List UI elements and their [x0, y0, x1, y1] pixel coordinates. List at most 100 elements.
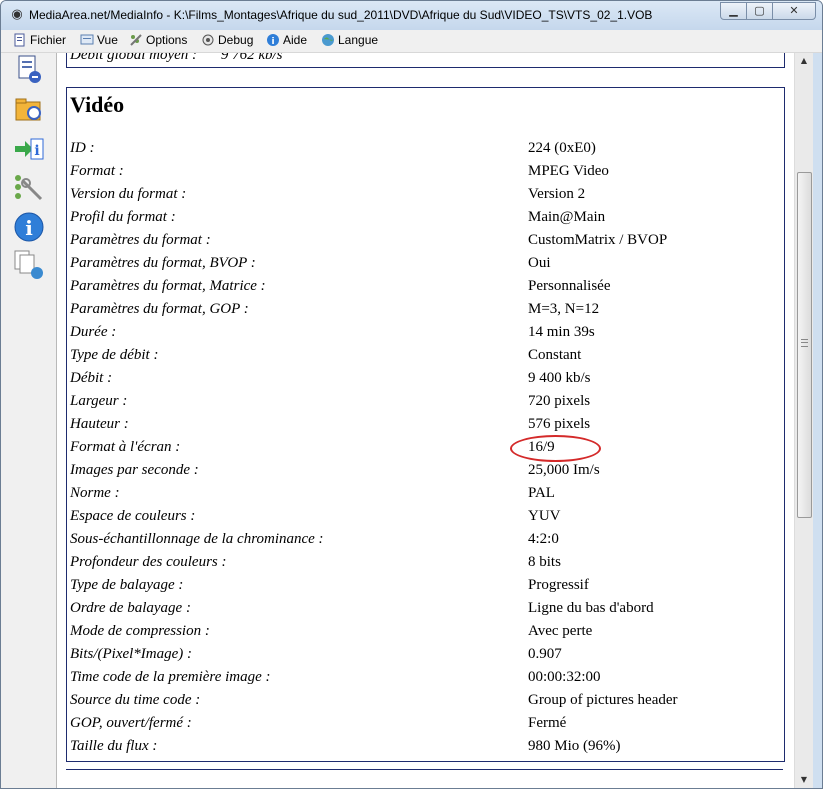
previous-section-value: 9 762 kb/s [220, 53, 283, 63]
row-label: Paramètres du format, GOP : [70, 301, 249, 317]
video-row: Bits/(Pixel*Image) : 0.907 [70, 646, 780, 669]
scrollbar-thumb[interactable] [797, 172, 812, 518]
video-row: Mode de compression : Avec perte [70, 623, 780, 646]
svg-text:i: i [25, 216, 33, 240]
video-section-title: Vidéo [70, 92, 125, 117]
row-label: Espace de couleurs : [70, 508, 196, 524]
video-row: Ordre de balayage : Ligne du bas d'abord [70, 600, 780, 623]
menu-debug[interactable]: Debug [201, 33, 253, 47]
row-label: Norme : [70, 485, 120, 501]
video-row: Paramètres du format, BVOP : Oui [70, 255, 780, 278]
video-row: Taille du flux : 980 Mio (96%) [70, 738, 780, 761]
row-label: Type de balayage : [70, 577, 184, 593]
svg-text:i: i [271, 37, 274, 47]
row-value: 8 bits [528, 554, 561, 570]
row-label: Version du format : [70, 186, 187, 202]
menu-debug-label: Debug [218, 33, 254, 47]
menu-options-label: Options [146, 33, 188, 47]
menu-aide[interactable]: i Aide [266, 33, 307, 47]
video-row: Paramètres du format, Matrice : Personnal… [70, 278, 780, 301]
row-value: 0.907 [528, 646, 562, 662]
file-icon [13, 33, 27, 47]
row-value: Version 2 [528, 186, 586, 202]
previous-section-label: Débit global moyen : [70, 53, 198, 63]
video-row: Source du time code : Group of pictures h… [70, 692, 780, 715]
video-row: ID : 224 (0xE0) [70, 140, 780, 163]
row-label: Profil du format : [70, 209, 176, 225]
vertical-scrollbar[interactable]: ▲ ▼ [794, 53, 813, 788]
row-label: Bits/(Pixel*Image) : [70, 646, 193, 662]
row-value: 14 min 39s [528, 324, 595, 340]
menu-langue-label: Langue [338, 33, 379, 47]
video-row: Format : MPEG Video [70, 163, 780, 186]
video-row: Time code de la première image : 00:00:32… [70, 669, 780, 692]
menu-vue[interactable]: Vue [80, 33, 118, 47]
mediainfo-window: ◉ MediaArea.net/MediaInfo - K:\Films_Mon… [0, 0, 823, 789]
title-bar[interactable]: ◉ MediaArea.net/MediaInfo - K:\Films_Mon… [1, 1, 822, 30]
row-value: 9 400 kb/s [528, 370, 591, 386]
video-row: Version du format : Version 2 [70, 186, 780, 209]
maximize-button[interactable]: ▢ [746, 2, 773, 20]
video-row: Format à l'écran :16/9 [70, 439, 780, 462]
open-folder-icon[interactable] [13, 93, 45, 125]
row-label: ID : [70, 140, 95, 156]
row-label: Source du time code : [70, 692, 201, 708]
help-icon: i [266, 33, 280, 47]
debug-icon [201, 33, 215, 47]
row-value: 224 (0xE0) [528, 140, 596, 156]
video-row: Profil du format : Main@Main [70, 209, 780, 232]
about-icon[interactable]: i [13, 211, 45, 243]
scroll-down-arrow-icon[interactable]: ▼ [795, 772, 813, 788]
row-label: Images par seconde : [70, 462, 199, 478]
menu-langue[interactable]: Langue [321, 33, 378, 47]
row-label: Format : [70, 163, 124, 179]
row-label: Taille du flux : [70, 738, 158, 754]
row-value: Fermé [528, 715, 567, 731]
row-value: Oui [528, 255, 551, 271]
row-value: Ligne du bas d'abord [528, 600, 654, 616]
row-label: Largeur : [70, 393, 128, 409]
row-value: M=3, N=12 [528, 301, 600, 317]
row-label: Time code de la première image : [70, 669, 271, 685]
row-value: Group of pictures header [528, 692, 678, 708]
row-label: Format à l'écran : [70, 439, 181, 455]
video-row: Espace de couleurs : YUV [70, 508, 780, 531]
menu-aide-label: Aide [283, 33, 308, 47]
video-row: Norme : PAL [70, 485, 780, 508]
scroll-up-arrow-icon[interactable]: ▲ [795, 53, 813, 69]
row-label: Ordre de balayage : [70, 600, 191, 616]
copy-web-icon[interactable] [13, 249, 45, 281]
options-icon [129, 33, 143, 47]
video-row: Hauteur : 576 pixels [70, 416, 780, 439]
info-panel[interactable]: Débit global moyen : 9 762 kb/s Vidéo ID… [57, 53, 794, 788]
row-value: CustomMatrix / BVOP [528, 232, 668, 248]
row-value: Main@Main [528, 209, 606, 225]
svg-text:i: i [34, 143, 39, 159]
row-value: Constant [528, 347, 582, 363]
preferences-icon[interactable] [13, 173, 45, 205]
row-label: Paramètres du format : [70, 232, 211, 248]
menu-options[interactable]: Options [129, 33, 187, 47]
row-label: Mode de compression : [70, 623, 210, 639]
row-value: Personnalisée [528, 278, 611, 294]
menu-bar: Fichier Vue Options Debug i Aide Langue [1, 30, 822, 53]
open-file-icon[interactable] [13, 53, 45, 85]
video-row: Sous-échantillonnage de la chrominance :… [70, 531, 780, 554]
row-label: Profondeur des couleurs : [70, 554, 227, 570]
menu-fichier[interactable]: Fichier [13, 33, 66, 47]
scrollbar-grip-icon [801, 339, 808, 347]
video-row: Largeur : 720 pixels [70, 393, 780, 416]
minimize-button[interactable]: ▁ [720, 2, 747, 20]
menu-fichier-label: Fichier [30, 33, 67, 47]
row-label: GOP, ouvert/fermé : [70, 715, 192, 731]
close-button[interactable]: ✕ [772, 2, 816, 20]
row-value: 980 Mio (96%) [528, 738, 621, 754]
row-value: MPEG Video [528, 163, 609, 179]
video-row: Débit : 9 400 kb/s [70, 370, 780, 393]
export-icon[interactable]: i [13, 133, 45, 165]
next-section-box [66, 769, 783, 788]
row-label: Paramètres du format, Matrice : [70, 278, 266, 294]
toolbar-sidebar: i i [1, 53, 57, 788]
row-label: Débit : [70, 370, 113, 386]
row-value: 4:2:0 [528, 531, 559, 547]
